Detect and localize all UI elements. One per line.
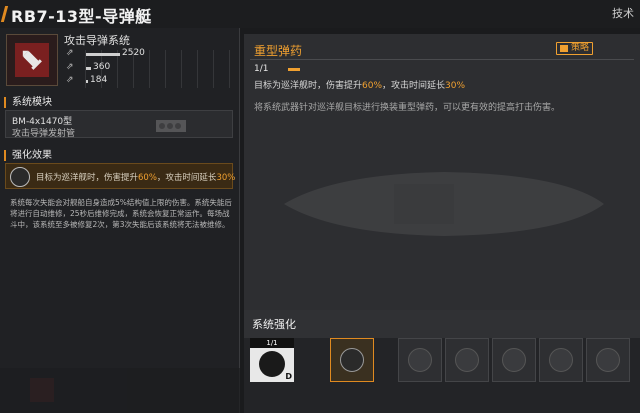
system-description: 系统每次失能会对舰船自身造成5%结构值上限的伤害。系统失能后将进行自动维修，25… [10, 198, 232, 229]
base-slot[interactable]: 1/1 D [250, 338, 294, 382]
ammo-title: 重型弹药 [254, 44, 303, 58]
stat-row-attack: ⇗ 2520 [64, 48, 234, 60]
slot-missile[interactable] [586, 338, 630, 382]
stat-value: 184 [90, 75, 108, 85]
weapon-system-icon-frame[interactable] [6, 34, 58, 86]
slot-missile[interactable] [445, 338, 489, 382]
top-bar: RB7-13型-导弹艇 技术 [0, 0, 640, 28]
module-heading: 系统模块 [4, 97, 52, 108]
stat-value: 2520 [122, 48, 145, 58]
ammo-detail: 重型弹药 策略 1/1 目标为巡洋舰时，伤害提升60%，攻击时间延长30% 将系… [244, 34, 640, 310]
slot-bomb[interactable] [539, 338, 583, 382]
core-icon [259, 351, 285, 377]
enhance-title: 系统强化 [252, 318, 296, 331]
page-title: RB7-13型-导弹艇 [11, 7, 152, 26]
enhance-effect-text: 目标为巡洋舰时，伤害提升60%，攻击时间延长30% [36, 173, 236, 183]
ammo-level: 1/1 [254, 64, 269, 74]
stat-value: 360 [93, 62, 111, 72]
base-tag: D [285, 372, 292, 381]
left-panel: 攻击导弹系统 ⇗ 2520 ⇗ 360 ⇗ 184 系统模块 BM-4x1470… [0, 28, 240, 413]
divider [250, 59, 634, 60]
bomb-icon [549, 348, 573, 372]
heavy-ammo-icon [340, 348, 364, 372]
system-stats: ⇗ 2520 ⇗ 360 ⇗ 184 [64, 48, 234, 88]
range-icon: ⇗ [66, 75, 74, 85]
tech-tab[interactable]: 技术 [612, 5, 634, 21]
stat-row-range: ⇗ 184 [64, 75, 234, 87]
missile-icon [15, 43, 49, 77]
module-desc: 攻击导弹发射管 [12, 129, 76, 139]
enhance-header: 系统强化 [244, 310, 640, 338]
base-level: 1/1 [250, 338, 294, 348]
system-module-card[interactable]: BM-4x1470型 攻击导弹发射管 [5, 110, 233, 139]
slot-heavy-ammo[interactable] [330, 338, 374, 382]
left-bottom-list [0, 368, 240, 413]
cooldown-icon: ⇗ [66, 62, 74, 72]
weapon-thumb-icon [30, 378, 54, 402]
missile-icon [596, 348, 620, 372]
ammo-effect: 目标为巡洋舰时，伤害提升60%，攻击时间延长30% [254, 81, 466, 91]
right-panel: 重型弹药 策略 1/1 目标为巡洋舰时，伤害提升60%，攻击时间延长30% 将系… [244, 34, 640, 413]
missile-icon [408, 348, 432, 372]
slot-missile[interactable] [398, 338, 442, 382]
slot-module[interactable] [492, 338, 536, 382]
enhance-effect-heading: 强化效果 [4, 150, 52, 161]
enhance-effect-card: 目标为巡洋舰时，伤害提升60%，攻击时间延长30% [5, 163, 236, 189]
ammo-description: 将系统武器针对巡洋舰目标进行换装重型弹药，可以更有效的提高打击伤害。 [254, 103, 561, 113]
launcher-icon [156, 120, 186, 132]
enhance-slots: 1/1 D [244, 338, 640, 413]
ship-silhouette [284, 172, 604, 236]
strategy-button[interactable]: 策略 [556, 42, 594, 55]
level-bar [288, 68, 300, 71]
heavy-ammo-icon [10, 167, 30, 187]
attack-icon: ⇗ [66, 48, 74, 58]
stat-bar [86, 80, 88, 83]
stat-row-cooldown: ⇗ 360 [64, 62, 234, 74]
title-accent [0, 6, 9, 22]
stat-bar [86, 67, 91, 70]
system-name: 攻击导弹系统 [64, 34, 130, 47]
module-icon [502, 348, 526, 372]
missile-icon [455, 348, 479, 372]
stat-bar [86, 53, 120, 56]
